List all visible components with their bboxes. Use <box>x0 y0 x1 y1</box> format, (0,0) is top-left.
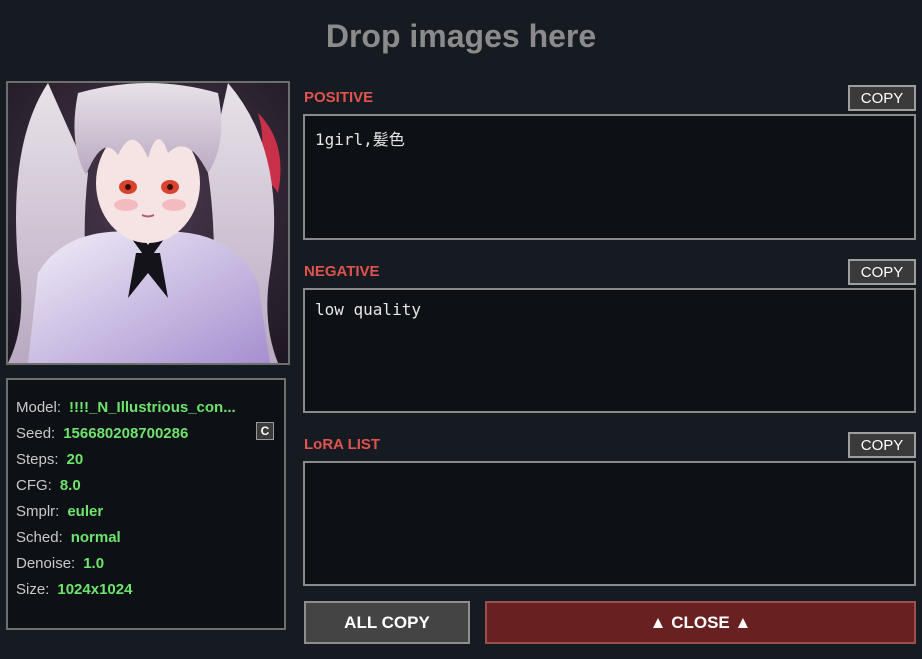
positive-label: POSITIVE <box>304 89 374 106</box>
info-row-steps: Steps: 20 <box>16 446 274 472</box>
size-value: 1024x1024 <box>57 580 133 598</box>
info-row-denoise: Denoise: 1.0 <box>16 550 274 576</box>
lora-list-field[interactable] <box>303 461 916 586</box>
info-label: Model: <box>16 398 62 416</box>
close-button[interactable]: ▲ CLOSE ▲ <box>485 601 916 644</box>
drop-zone-title[interactable]: Drop images here <box>0 18 922 55</box>
scheduler-value: normal <box>70 528 121 546</box>
negative-prompt-field[interactable]: low quality <box>303 288 916 413</box>
lora-list-label: LoRA LIST <box>304 436 381 453</box>
info-label: CFG: <box>16 476 52 494</box>
preview-image <box>6 81 290 365</box>
info-label: Sched: <box>16 528 63 546</box>
seed-value: 156680208700286 <box>63 424 189 442</box>
cfg-value: 8.0 <box>59 476 81 494</box>
info-row-sampler: Smplr: euler <box>16 498 274 524</box>
copy-negative-button[interactable]: COPY <box>848 259 916 285</box>
denoise-value: 1.0 <box>83 554 105 572</box>
copy-seed-button[interactable]: C <box>256 422 274 440</box>
copy-lora-button[interactable]: COPY <box>848 432 916 458</box>
info-row-model: Model: !!!!_N_Illustrious_con... <box>16 394 274 420</box>
info-label: Size: <box>16 580 50 598</box>
steps-value: 20 <box>66 450 84 468</box>
info-row-scheduler: Sched: normal <box>16 524 274 550</box>
info-label: Denoise: <box>16 554 76 572</box>
generation-info-panel: Model: !!!!_N_Illustrious_con... Seed: 1… <box>6 378 286 630</box>
info-row-seed: Seed: 156680208700286 C <box>16 420 274 446</box>
info-label: Smplr: <box>16 502 60 520</box>
preview-illustration <box>8 83 288 363</box>
negative-label: NEGATIVE <box>304 263 380 280</box>
sampler-value: euler <box>67 502 104 520</box>
info-row-cfg: CFG: 8.0 <box>16 472 274 498</box>
positive-prompt-field[interactable]: 1girl,髪色 <box>303 114 916 240</box>
copy-positive-button[interactable]: COPY <box>848 85 916 111</box>
info-label: Seed: <box>16 424 56 442</box>
info-row-size: Size: 1024x1024 <box>16 576 274 602</box>
info-label: Steps: <box>16 450 59 468</box>
all-copy-button[interactable]: ALL COPY <box>304 601 470 644</box>
model-value: !!!!_N_Illustrious_con... <box>69 398 236 416</box>
